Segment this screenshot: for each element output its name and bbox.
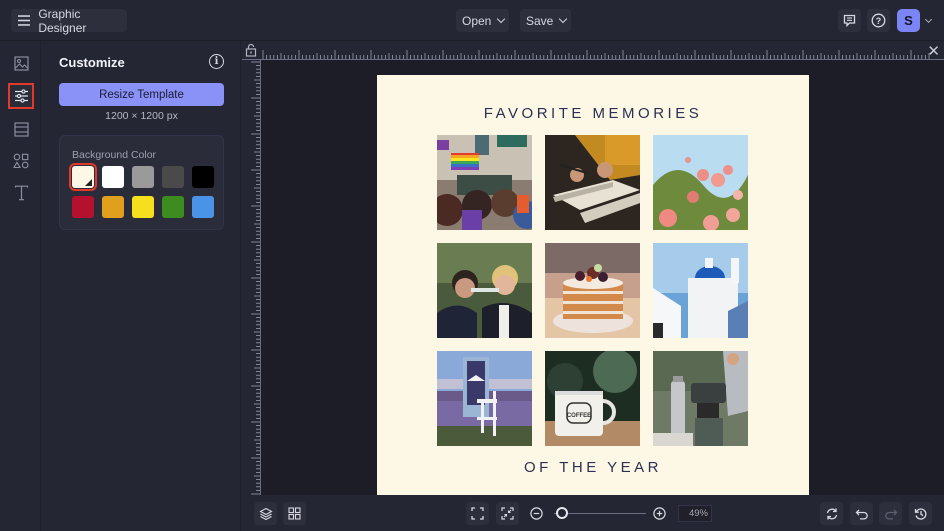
text-icon [14,185,28,201]
layout-icon [13,121,29,137]
undo-icon [855,509,868,520]
design-canvas[interactable]: FAVORITE MEMORIES COFFEE OF THE YEAR [377,75,809,495]
info-icon[interactable]: i [209,54,224,69]
top-bar: Graphic Designer Open Save ? S [0,0,944,41]
tool-rail [0,41,41,531]
design-title-bottom[interactable]: OF THE YEAR [377,459,809,476]
svg-text:?: ? [876,16,882,26]
zoom-slider-track[interactable] [554,513,646,514]
fit-screen-icon [471,507,484,520]
zoom-level-input[interactable]: 49% [678,505,712,522]
image-icon [13,55,29,71]
zoom-out-icon[interactable] [530,507,543,520]
menu-icon [18,15,31,26]
svg-text:COFFEE: COFFEE [567,413,591,419]
sliders-icon [14,89,28,103]
grid-button[interactable] [283,502,306,525]
open-button[interactable]: Open [456,9,509,32]
layers-button[interactable] [254,502,277,525]
zoom-slider-handle[interactable] [555,507,568,519]
refresh-button[interactable] [820,502,843,525]
background-color-card: Background Color [59,135,224,230]
horizontal-ruler[interactable]: ✕ [242,41,944,60]
close-ruler-icon[interactable]: ✕ [927,42,940,60]
shapes-icon [13,153,29,169]
app-title: Graphic Designer [38,6,87,35]
grid-icon [288,507,301,520]
history-button[interactable] [909,502,932,525]
zoom-in-icon[interactable] [653,507,666,520]
color-swatch-yellow[interactable] [132,196,154,218]
color-swatch-cream-custom[interactable] [69,163,97,191]
design-title-top[interactable]: FAVORITE MEMORIES [377,105,809,122]
redo-icon [884,509,897,520]
ruler-ticks [251,61,260,495]
photo-pride-parade[interactable] [437,135,532,230]
save-label: Save [526,13,554,28]
shrink-button[interactable] [496,502,519,525]
photo-layer-cake[interactable] [545,243,640,338]
shrink-icon [501,507,514,520]
photo-pink-roses[interactable] [653,135,748,230]
rail-item-customize[interactable] [8,83,34,109]
photo-coffee-mug[interactable]: COFFEE [545,351,640,446]
photo-camping-stove[interactable] [653,351,748,446]
rail-item-text[interactable] [8,180,34,206]
ruler-ticks [262,50,930,59]
help-icon: ? [871,13,886,28]
undo-button[interactable] [850,502,873,525]
template-size: 1200 × 1200 px [105,110,178,122]
comment-icon [843,14,856,27]
color-swatch-green[interactable] [162,196,184,218]
color-swatch-red[interactable] [72,196,94,218]
layers-icon [258,507,273,520]
save-button[interactable]: Save [520,9,571,32]
photo-champagne-toast[interactable] [437,243,532,338]
customize-panel: Customize i Resize Template 1200 × 1200 … [41,41,241,531]
lock-icon[interactable] [245,43,257,57]
rail-item-layouts[interactable] [8,116,34,142]
app-menu-button[interactable]: Graphic Designer [11,6,127,35]
fit-screen-button[interactable] [466,502,489,525]
color-swatch-dark-gray[interactable] [162,166,184,188]
vertical-ruler[interactable] [242,60,261,495]
color-swatch-blue[interactable] [192,196,214,218]
photo-lavender-window[interactable] [437,351,532,446]
color-swatch-white[interactable] [102,166,124,188]
photo-santorini-church[interactable] [653,243,748,338]
chevron-down-icon [559,14,568,24]
rail-item-graphics[interactable] [8,148,34,174]
color-swatch-gray[interactable] [132,166,154,188]
redo-button[interactable] [879,502,902,525]
color-swatch-black[interactable] [192,166,214,188]
background-color-label: Background Color [72,149,157,161]
custom-color-corner-icon [85,179,92,186]
help-button[interactable]: ? [867,9,890,32]
comments-button[interactable] [838,9,861,32]
canvas-workspace[interactable]: ✕ FAVORITE MEMORIES COFFEE OF THE YEAR [242,41,944,495]
avatar[interactable]: S [897,9,920,32]
refresh-icon [826,508,837,519]
history-icon [914,507,926,520]
panel-title: Customize [59,55,125,70]
chevron-down-icon[interactable] [924,15,933,24]
resize-template-button[interactable]: Resize Template [59,83,224,106]
color-swatch-orange[interactable] [102,196,124,218]
chevron-down-icon [497,14,506,24]
rail-item-photos[interactable] [8,50,34,76]
photo-notebook-writing[interactable] [545,135,640,230]
bottom-toolbar: 49% [242,495,944,531]
open-label: Open [462,13,492,28]
